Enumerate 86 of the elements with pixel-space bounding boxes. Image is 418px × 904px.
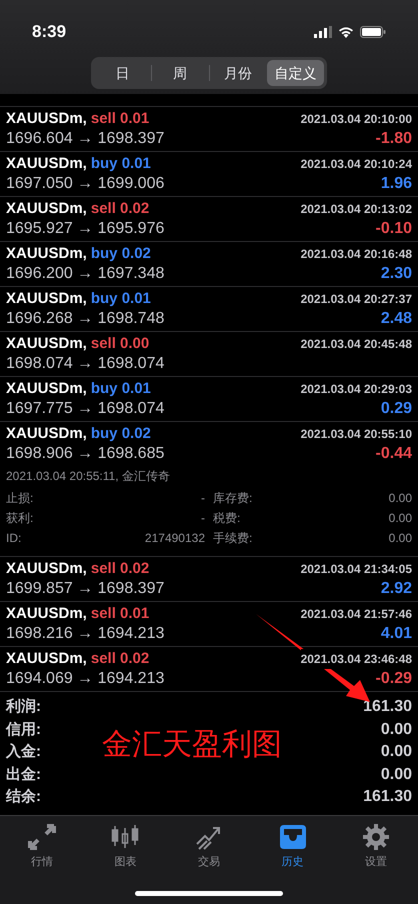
- summary-label: 入金:: [6, 742, 41, 762]
- summary-value: 0.00: [380, 742, 412, 762]
- segment-tab[interactable]: 日: [94, 60, 151, 86]
- deal-prices: 1695.927 → 1695.976: [6, 219, 164, 239]
- deal-profit: 0.29: [380, 399, 412, 419]
- signal-icon: [314, 26, 332, 38]
- candlestick-icon: [111, 824, 140, 850]
- tab-bar-item[interactable]: 设置: [334, 824, 418, 870]
- deal-symbol: XAUUSDm,: [6, 379, 87, 399]
- wifi-icon: [338, 26, 354, 38]
- detail-value: 0.00: [388, 490, 412, 507]
- deal-prices: 1696.200 → 1697.348: [6, 264, 164, 284]
- inbox-icon: [278, 824, 307, 850]
- settings-icon: [362, 824, 390, 850]
- deal-symbol: XAUUSDm,: [6, 424, 87, 444]
- detail-value: -: [201, 510, 205, 527]
- deal-symbol: XAUUSDm,: [6, 334, 87, 354]
- deal-order: sell 0.02: [90, 559, 150, 579]
- annotation-text: 金汇天盈利图: [102, 727, 282, 763]
- segment-tab[interactable]: 自定义: [267, 60, 324, 86]
- summary-label: 结余:: [6, 787, 41, 807]
- deal-profit: -0.10: [376, 219, 412, 239]
- tab-bar-item[interactable]: 行情: [0, 824, 84, 870]
- deal-symbol: XAUUSDm,: [6, 559, 87, 579]
- summary-value: 0.00: [380, 720, 412, 740]
- deal-symbol: XAUUSDm,: [6, 289, 87, 309]
- deal-order: sell 0.02: [90, 649, 150, 669]
- clock-time: 8:39: [32, 21, 66, 44]
- deal-symbol: XAUUSDm,: [6, 199, 87, 219]
- summary-value: 161.30: [363, 787, 412, 807]
- battery-icon: [360, 26, 386, 38]
- detail-label: 库存费:: [213, 490, 252, 507]
- tab-bar-item[interactable]: 历史: [250, 824, 334, 870]
- summary-value: 161.30: [363, 697, 412, 717]
- deal-prices: 1697.775 → 1698.074: [6, 399, 164, 419]
- detail-value: 0.00: [388, 530, 412, 547]
- segment-tab[interactable]: 周: [152, 60, 208, 86]
- arrows-icon: [28, 824, 56, 850]
- segment-tab[interactable]: 月份: [210, 60, 266, 86]
- deal-symbol: XAUUSDm,: [6, 244, 87, 264]
- deal-order: buy 0.02: [90, 424, 151, 444]
- deal-prices: 1698.074 → 1698.074: [6, 354, 164, 374]
- deal-prices: 1698.906 → 1698.685: [6, 444, 164, 464]
- deal-time: 2021.03.04 23:46:48: [300, 649, 412, 669]
- deal-detail-header: 2021.03.04 20:55:11, 金汇传奇: [6, 468, 171, 485]
- summary-label: 出金:: [6, 764, 41, 784]
- summary-label: 利润:: [6, 697, 41, 717]
- detail-label: ID:: [6, 530, 22, 547]
- deal-prices: 1698.216 → 1694.213: [6, 624, 164, 644]
- deal-prices: 1696.604 → 1698.397: [6, 129, 164, 149]
- deal-symbol: XAUUSDm,: [6, 154, 87, 174]
- deal-prices: 1697.050 → 1699.006: [6, 174, 164, 194]
- deal-symbol: XAUUSDm,: [6, 109, 87, 129]
- deal-order: buy 0.01: [90, 289, 151, 309]
- detail-label: 税费:: [213, 510, 240, 527]
- deal-profit: -1.80: [376, 129, 412, 149]
- detail-label: 止损:: [6, 490, 34, 507]
- deal-order: buy 0.02: [90, 244, 151, 264]
- deal-profit: 2.48: [380, 309, 412, 329]
- tab-bar-item[interactable]: 图表: [84, 824, 168, 870]
- deal-profit: -0.44: [376, 444, 412, 464]
- detail-label: 获利:: [6, 510, 34, 527]
- deal-prices: 1694.069 → 1694.213: [6, 669, 164, 689]
- deal-order: sell 0.00: [90, 334, 150, 354]
- deal-profit: -0.29: [376, 669, 412, 689]
- trend-icon: [194, 824, 223, 850]
- deal-profit: 2.30: [380, 264, 412, 284]
- tab-bar-item[interactable]: 交易: [167, 824, 251, 870]
- deal-symbol: XAUUSDm,: [6, 649, 87, 669]
- deal-order: buy 0.01: [90, 154, 151, 174]
- deal-symbol: XAUUSDm,: [6, 604, 87, 624]
- deal-prices: 1696.268 → 1698.748: [6, 309, 164, 329]
- deal-profit: 4.01: [380, 624, 412, 644]
- deal-profit: 2.92: [380, 579, 412, 599]
- summary-label: 信用:: [6, 720, 41, 740]
- summary-value: 0.00: [380, 764, 412, 784]
- deal-prices: 1699.857 → 1698.397: [6, 579, 164, 599]
- deal-order: sell 0.01: [90, 604, 150, 624]
- detail-value: 0.00: [388, 510, 412, 527]
- detail-label: 手续费:: [213, 530, 252, 547]
- deal-order: buy 0.01: [90, 379, 151, 399]
- deal-order: sell 0.02: [90, 199, 150, 219]
- deal-profit: 1.96: [380, 174, 412, 194]
- detail-value: -: [201, 490, 205, 507]
- detail-value: 217490132: [144, 530, 205, 547]
- deal-order: sell 0.01: [90, 109, 150, 129]
